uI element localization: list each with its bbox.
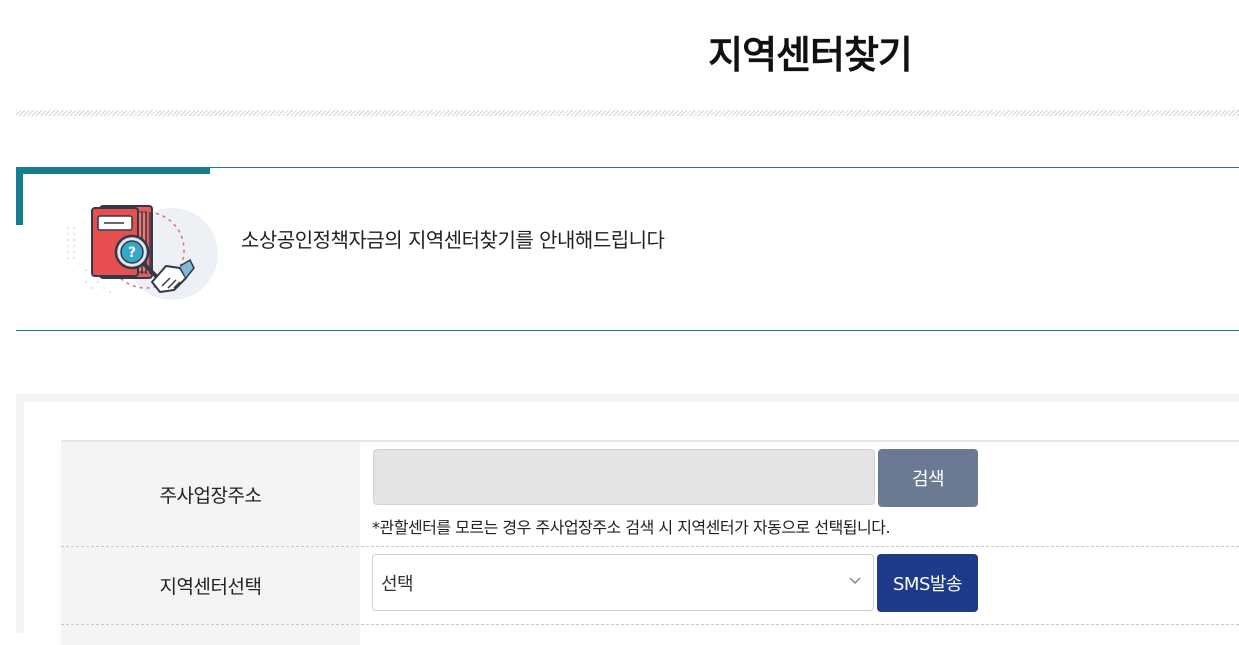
chevron-down-icon [849, 577, 861, 585]
next-row-cell [360, 625, 1239, 645]
address-hint: *관할센터를 모르는 경우 주사업장주소 검색 시 지역센터가 자동으로 선택됩… [372, 518, 891, 537]
intro-accent-bar [16, 167, 210, 174]
next-row-label [61, 625, 360, 645]
center-select[interactable]: 선택 [372, 554, 874, 611]
select-value: 선택 [381, 574, 414, 595]
search-button[interactable]: 검색 [878, 449, 978, 507]
address-label: 주사업장주소 [61, 442, 360, 546]
center-cell: 선택 SMS발송 [360, 547, 1239, 624]
page-title: 지역센터찾기 [708, 33, 913, 77]
form-inner: 주사업장주소 검색 *관할센터를 모르는 경우 주사업장주소 검색 시 지역센터… [24, 402, 1239, 645]
next-row [61, 625, 1239, 645]
address-input[interactable] [373, 449, 875, 505]
intro-banner: ? 소상공인정책자금의 지역센터찾기를 안내해드립니다 [16, 167, 1239, 331]
address-cell: 검색 *관할센터를 모르는 경우 주사업장주소 검색 시 지역센터가 자동으로 … [360, 442, 1239, 546]
svg-text:?: ? [128, 245, 136, 261]
intro-text: 소상공인정책자금의 지역센터찾기를 안내해드립니다 [241, 228, 665, 252]
book-magnifier-handshake-icon: ? [67, 205, 218, 300]
form-panel: 주사업장주소 검색 *관할센터를 모르는 경우 주사업장주소 검색 시 지역센터… [16, 394, 1239, 645]
intro-accent-bar-left [16, 167, 23, 225]
sms-button[interactable]: SMS발송 [877, 554, 978, 612]
center-label: 지역센터선택 [61, 547, 360, 624]
center-row: 지역센터선택 선택 SMS발송 [61, 547, 1239, 625]
address-row: 주사업장주소 검색 *관할센터를 모르는 경우 주사업장주소 검색 시 지역센터… [61, 442, 1239, 547]
hatch-divider [16, 110, 1239, 116]
form-table: 주사업장주소 검색 *관할센터를 모르는 경우 주사업장주소 검색 시 지역센터… [61, 440, 1239, 645]
